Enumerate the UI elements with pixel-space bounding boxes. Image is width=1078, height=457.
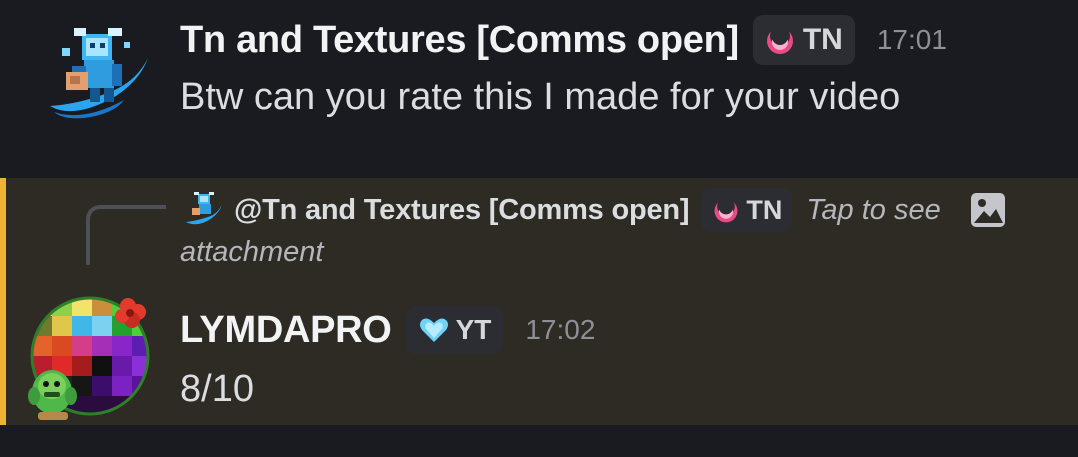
reply-preview[interactable]: @Tn and Textures [Comms open] TN Tap to … — [184, 188, 1054, 232]
reply-preview-text-continued[interactable]: attachment — [180, 236, 323, 269]
tag-label: YT — [455, 314, 492, 345]
crescent-icon — [714, 197, 738, 223]
mention-highlight-bar — [0, 178, 6, 425]
reply-mention[interactable]: @Tn and Textures [Comms open] — [234, 194, 690, 227]
reply-avatar-icon — [186, 192, 222, 225]
reply-preview-text[interactable]: Tap to see — [806, 194, 940, 227]
server-tag[interactable]: YT — [405, 306, 504, 354]
server-tag[interactable]: TN — [752, 15, 855, 65]
server-tag[interactable]: TN — [701, 188, 793, 232]
timestamp: 17:02 — [525, 314, 596, 345]
tag-label: TN — [802, 23, 843, 56]
pixel-pattern-avatar-icon[interactable] — [24, 288, 160, 424]
message-content: 8/10 — [180, 368, 254, 410]
tag-label: TN — [746, 194, 783, 225]
pixel-character-avatar-icon[interactable] — [44, 22, 152, 130]
message-item[interactable]: Tn and Textures [Comms open] TN 17:01 Bt… — [0, 0, 1078, 178]
message-content: Btw can you rate this I made for your vi… — [180, 76, 901, 118]
timestamp: 17:01 — [876, 24, 947, 55]
username[interactable]: LYMDAPRO — [180, 309, 392, 352]
image-icon — [970, 193, 1005, 227]
username[interactable]: Tn and Textures [Comms open] — [180, 19, 739, 62]
crescent-icon — [766, 26, 793, 54]
heart-icon — [419, 318, 448, 342]
reply-spine — [86, 205, 166, 265]
message-item[interactable]: @Tn and Textures [Comms open] TN Tap to … — [0, 178, 1078, 425]
chat-background — [0, 425, 1078, 457]
